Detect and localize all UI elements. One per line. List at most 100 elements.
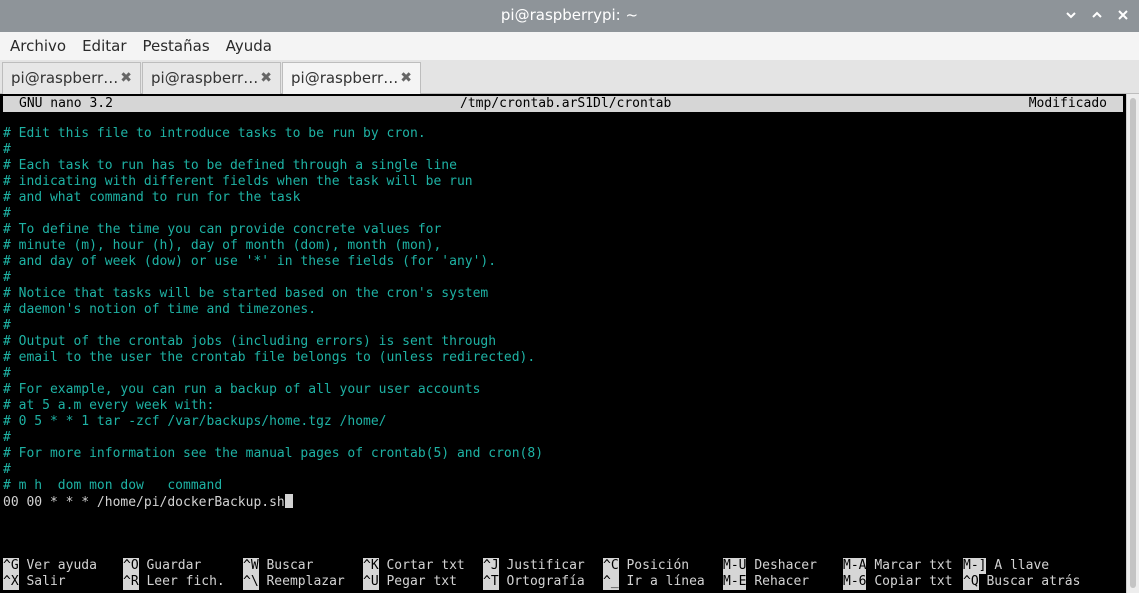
tab-label: pi@raspberr… <box>151 69 259 87</box>
editor-line: # email to the user the crontab file bel… <box>3 350 536 365</box>
shortcut-label: Posición <box>626 558 690 573</box>
shortcut-label: A llave <box>994 558 1050 573</box>
menu-pestanas[interactable]: Pestañas <box>143 37 210 55</box>
window-title: pi@raspberrypi: ~ <box>500 6 639 24</box>
command-line[interactable]: 00 00 * * * /home/pi/dockerBackup.sh <box>3 494 293 510</box>
shortcut-label: Pegar txt <box>386 574 457 589</box>
shortcut-item: ^R Leer fich. <box>123 574 225 590</box>
shortcut-item: ^J Justificar <box>483 558 585 574</box>
close-icon[interactable]: ✖ <box>120 70 132 86</box>
shortcut-label: Deshacer <box>754 558 817 573</box>
editor-line: # Each task to run has to be defined thr… <box>3 158 457 173</box>
shortcut-item: ^X Salir <box>3 574 66 590</box>
shortcut-label: Copiar txt <box>874 574 953 589</box>
editor-line: # <box>3 366 11 381</box>
nano-version: GNU nano 3.2 <box>19 96 113 111</box>
shortcut-label: Guardar <box>146 558 202 573</box>
editor-line: # Output of the crontab jobs (including … <box>3 334 497 349</box>
editor-line: # indicating with different fields when … <box>3 174 473 189</box>
editor-line: # For more information see the manual pa… <box>3 446 544 461</box>
shortcut-item: M-] A llave <box>963 558 1049 574</box>
scrollbar[interactable] <box>1126 94 1139 593</box>
shortcut-key: M-E <box>723 574 747 590</box>
editor-line: # at 5 a.m every week with: <box>3 398 215 413</box>
command-text: 00 00 * * * /home/pi/dockerBackup.sh <box>3 495 285 510</box>
shortcut-item: M-A Marcar txt <box>843 558 953 574</box>
shortcut-key: ^O <box>123 558 139 574</box>
window-titlebar: pi@raspberrypi: ~ <box>0 0 1139 32</box>
shortcut-item: ^T Ortografía <box>483 574 585 590</box>
shortcut-label: Salir <box>26 574 66 589</box>
shortcut-key: ^W <box>243 558 259 574</box>
editor-line: # <box>3 206 11 221</box>
tab-3[interactable]: pi@raspberr… ✖ <box>282 62 421 94</box>
shortcut-key: M-U <box>723 558 747 574</box>
scrollbar-thumb[interactable] <box>1130 98 1136 588</box>
editor-line: # m h dom mon dow command <box>3 478 223 493</box>
shortcut-key: M-A <box>843 558 867 574</box>
tab-label: pi@raspberr… <box>11 69 119 87</box>
shortcut-item: ^Q Buscar atrás <box>963 574 1080 590</box>
shortcut-item: ^G Ver ayuda <box>3 558 97 574</box>
editor-line: # To define the time you can provide con… <box>3 222 442 237</box>
menu-archivo[interactable]: Archivo <box>10 37 66 55</box>
editor-line: # and what command to run for the task <box>3 190 301 205</box>
editor-line: # 0 5 * * 1 tar -zcf /var/backups/home.t… <box>3 414 387 429</box>
terminal[interactable]: GNU nano 3.2 /tmp/crontab.arS1Dl/crontab… <box>0 94 1126 593</box>
menu-editar[interactable]: Editar <box>82 37 126 55</box>
shortcut-key: M-] <box>963 558 987 574</box>
shortcut-item: ^C Posición <box>603 558 689 574</box>
shortcut-label: Reemplazar <box>266 574 345 589</box>
shortcut-item: ^\ Reemplazar <box>243 574 345 590</box>
shortcut-label: Cortar txt <box>386 558 465 573</box>
shortcut-key: ^C <box>603 558 619 574</box>
shortcut-label: Ver ayuda <box>26 558 97 573</box>
nano-status: Modificado <box>1028 96 1107 111</box>
close-icon[interactable]: ✖ <box>260 70 272 86</box>
shortcut-item: ^W Buscar <box>243 558 313 574</box>
shortcut-key: ^G <box>3 558 19 574</box>
shortcut-label: Justificar <box>506 558 585 573</box>
shortcut-label: Rehacer <box>754 574 810 589</box>
shortcut-label: Ir a línea <box>626 574 705 589</box>
shortcut-label: Buscar atrás <box>986 574 1081 589</box>
shortcut-key: ^R <box>123 574 139 590</box>
shortcut-key: ^J <box>483 558 499 574</box>
tab-bar: pi@raspberr… ✖ pi@raspberr… ✖ pi@raspber… <box>0 60 1139 94</box>
shortcut-item: M-E Rehacer <box>723 574 809 590</box>
editor-line: # daemon's notion of time and timezones. <box>3 302 317 317</box>
editor-line: # <box>3 430 11 445</box>
maximize-icon[interactable] <box>1087 5 1107 25</box>
tab-1[interactable]: pi@raspberr… ✖ <box>2 62 141 94</box>
shortcut-key: ^X <box>3 574 19 590</box>
editor-line: # <box>3 462 11 477</box>
close-icon[interactable]: ✖ <box>400 70 412 86</box>
shortcut-label: Ortografía <box>506 574 585 589</box>
shortcut-key: M-6 <box>843 574 867 590</box>
shortcut-item: M-U Deshacer <box>723 558 817 574</box>
close-icon[interactable] <box>1113 5 1133 25</box>
shortcut-label: Marcar txt <box>874 558 953 573</box>
shortcut-label: Leer fich. <box>146 574 225 589</box>
editor-line: # <box>3 142 11 157</box>
tab-2[interactable]: pi@raspberr… ✖ <box>142 62 281 94</box>
editor-line: # Edit this file to introduce tasks to b… <box>3 126 426 141</box>
shortcut-item: M-6 Copiar txt <box>843 574 953 590</box>
shortcut-item: ^K Cortar txt <box>363 558 465 574</box>
shortcut-item: ^_ Ir a línea <box>603 574 705 590</box>
editor-line: # For example, you can run a backup of a… <box>3 382 481 397</box>
editor-line: # Notice that tasks will be started base… <box>3 286 489 301</box>
minimize-icon[interactable] <box>1061 5 1081 25</box>
nano-header: GNU nano 3.2 /tmp/crontab.arS1Dl/crontab… <box>3 96 1123 112</box>
tab-label: pi@raspberr… <box>291 69 399 87</box>
window-controls <box>1061 5 1133 25</box>
shortcut-key: ^T <box>483 574 499 590</box>
editor-line: # and day of week (dow) or use '*' in th… <box>3 254 497 269</box>
shortcut-key: ^\ <box>243 574 259 590</box>
menu-bar: Archivo Editar Pestañas Ayuda <box>0 32 1139 60</box>
menu-ayuda[interactable]: Ayuda <box>226 37 272 55</box>
shortcut-item: ^O Guardar <box>123 558 201 574</box>
shortcut-key: ^K <box>363 558 379 574</box>
shortcut-label: Buscar <box>266 558 314 573</box>
nano-filename: /tmp/crontab.arS1Dl/crontab <box>460 96 672 111</box>
